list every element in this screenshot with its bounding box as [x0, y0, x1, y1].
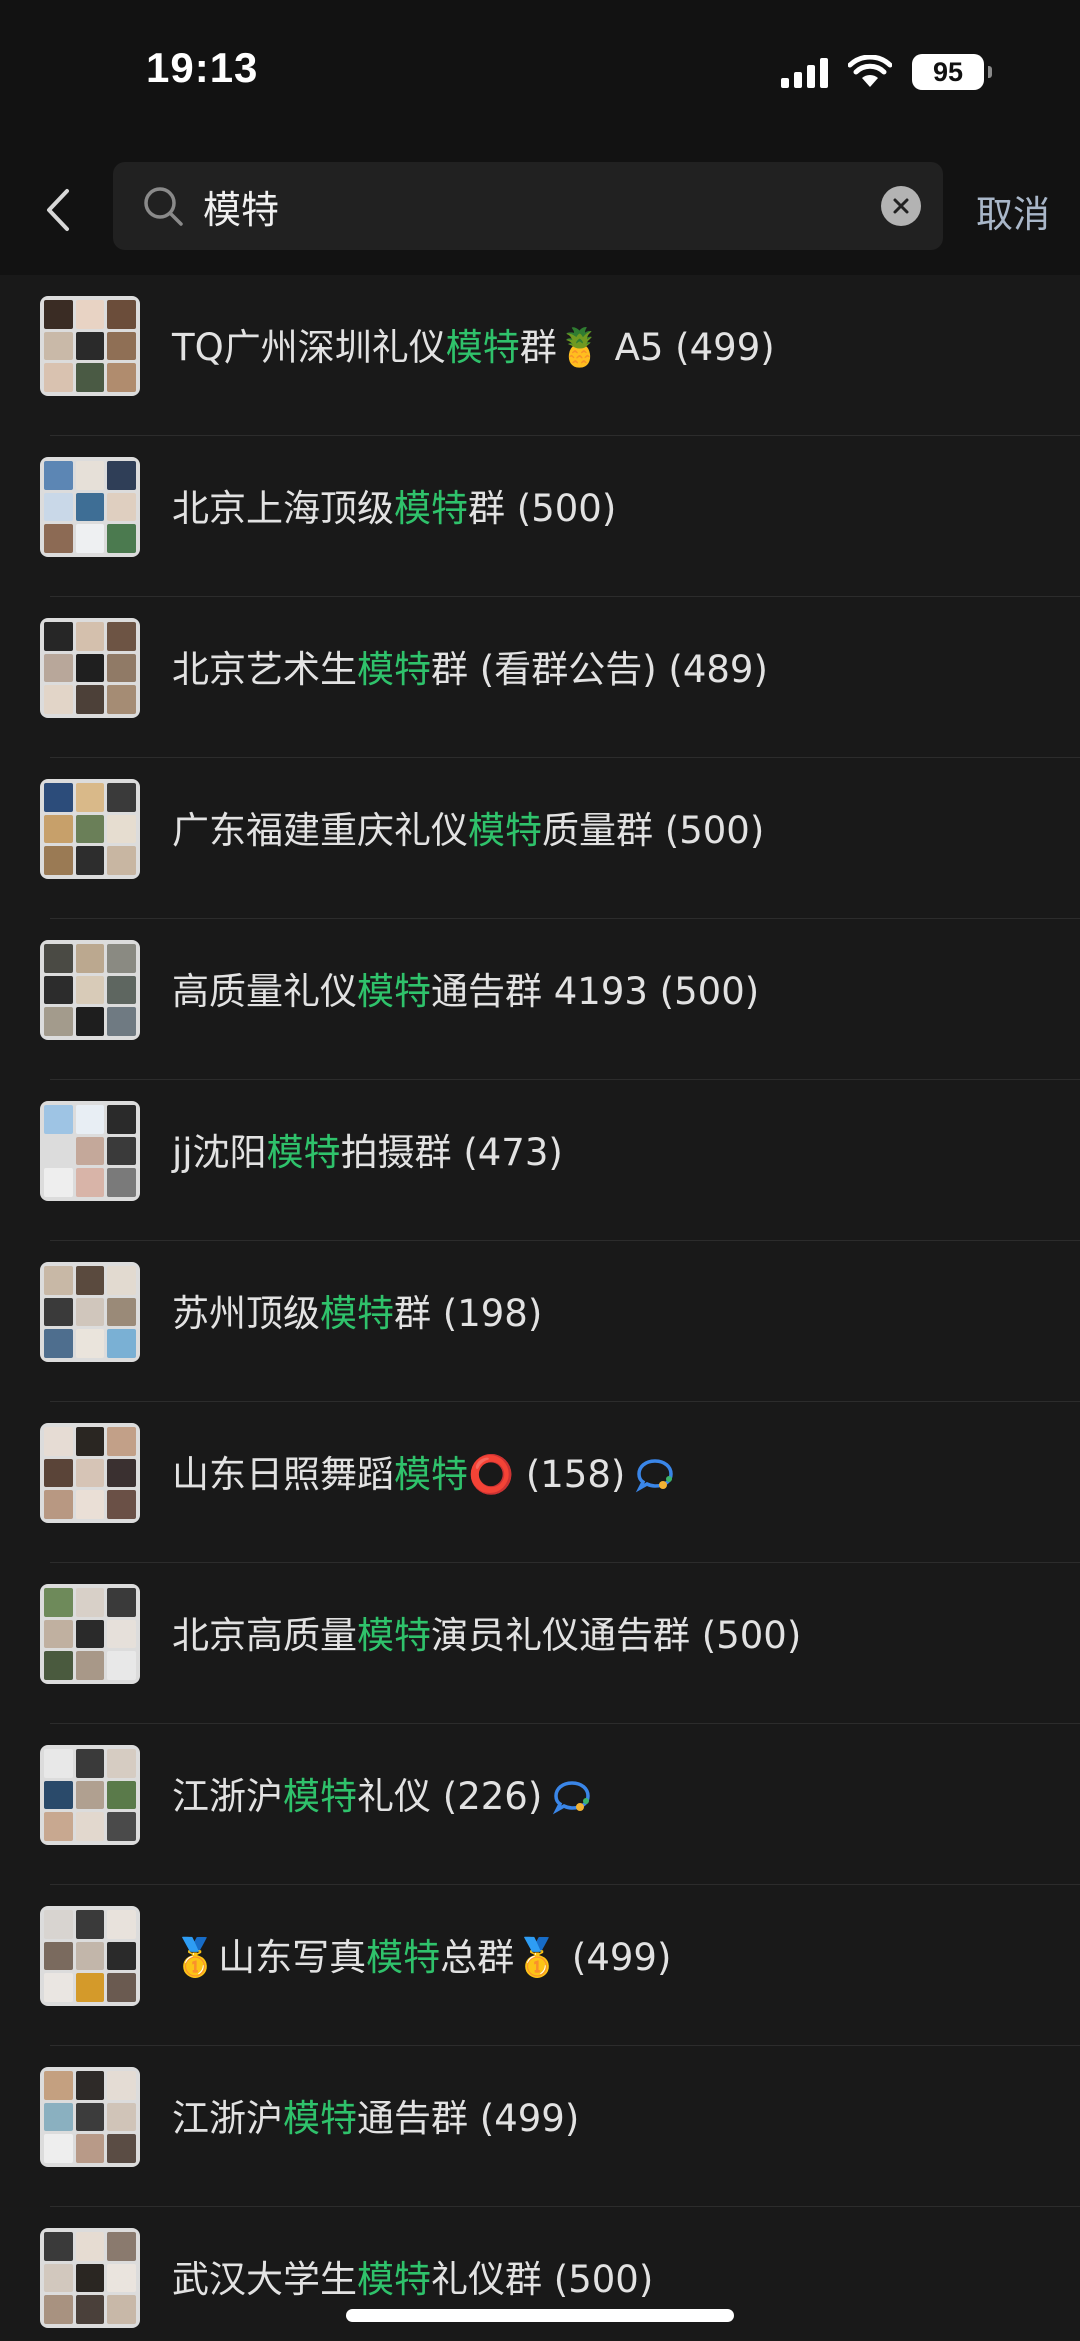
group-name-suffix: 拍摄群 (473) — [340, 1131, 563, 1174]
list-item[interactable]: 北京上海顶级模特群 (500) — [0, 436, 1080, 597]
list-item[interactable]: TQ广州深圳礼仪模特群🍍 A5 (499) — [0, 275, 1080, 436]
list-item[interactable]: 广东福建重庆礼仪模特质量群 (500) — [0, 758, 1080, 919]
group-avatar — [40, 1906, 140, 2006]
group-name: jj沈阳模特拍摄群 (473) — [172, 1126, 563, 1180]
group-avatar — [40, 1584, 140, 1684]
search-keyword-highlight: 模特 — [357, 2258, 431, 2301]
group-name-prefix: jj沈阳 — [172, 1131, 267, 1174]
group-name: 高质量礼仪模特通告群 4193 (500) — [172, 965, 759, 1019]
list-item[interactable]: 苏州顶级模特群 (198) — [0, 1241, 1080, 1402]
search-keyword-highlight: 模特 — [283, 1775, 357, 1818]
group-name-suffix: 群 (198) — [394, 1292, 543, 1335]
group-avatar — [40, 2228, 140, 2328]
group-name-prefix: 北京高质量 — [172, 1614, 357, 1657]
list-item[interactable]: 高质量礼仪模特通告群 4193 (500) — [0, 919, 1080, 1080]
clear-search-button[interactable] — [881, 186, 921, 226]
group-name-prefix: 江浙沪 — [172, 1775, 283, 1818]
group-name-prefix: 山东日照舞蹈 — [172, 1453, 394, 1496]
chat-bubble-icon — [553, 1781, 591, 1815]
group-avatar — [40, 1745, 140, 1845]
list-item[interactable]: 江浙沪模特礼仪 (226) — [0, 1724, 1080, 1885]
group-avatar — [40, 2067, 140, 2167]
search-result-list: TQ广州深圳礼仪模特群🍍 A5 (499) 北京上海顶级模特群 (500) 北京艺术… — [0, 275, 1080, 2341]
group-avatar — [40, 779, 140, 879]
search-box[interactable] — [113, 162, 943, 250]
search-header: 取消 — [0, 150, 1080, 275]
back-button[interactable] — [38, 180, 78, 240]
group-name: 武汉大学生模特礼仪群 (500) — [172, 2253, 653, 2307]
status-bar: 19:13 95 — [0, 0, 1080, 150]
list-item[interactable]: 山东日照舞蹈模特⭕ (158) — [0, 1402, 1080, 1563]
group-name: 北京艺术生模特群 (看群公告) (489) — [172, 643, 768, 697]
group-name-suffix: ⭕ (158) — [468, 1453, 626, 1496]
status-indicators: 95 — [781, 52, 992, 92]
search-keyword-highlight: 模特 — [283, 2097, 357, 2140]
group-name-prefix: 广东福建重庆礼仪 — [172, 809, 468, 852]
search-keyword-highlight: 模特 — [468, 809, 542, 852]
group-name-suffix: 群 (看群公告) (489) — [431, 648, 768, 691]
list-item[interactable]: 北京高质量模特演员礼仪通告群 (500) — [0, 1563, 1080, 1724]
list-item[interactable]: 江浙沪模特通告群 (499) — [0, 2046, 1080, 2207]
search-icon — [144, 187, 183, 226]
wifi-icon — [848, 55, 892, 87]
battery-icon: 95 — [912, 54, 992, 90]
cancel-button[interactable]: 取消 — [976, 184, 1050, 238]
group-name-suffix: 质量群 (500) — [542, 809, 765, 852]
list-item[interactable]: 北京艺术生模特群 (看群公告) (489) — [0, 597, 1080, 758]
group-name: 🥇山东写真模特总群🥇 (499) — [172, 1931, 671, 1985]
list-item[interactable]: 🥇山东写真模特总群🥇 (499) — [0, 1885, 1080, 2046]
chat-bubble-icon — [636, 1459, 674, 1493]
group-name: 山东日照舞蹈模特⭕ (158) — [172, 1448, 675, 1502]
battery-level: 95 — [932, 56, 964, 87]
group-name-suffix: 总群🥇 (499) — [440, 1936, 672, 1979]
group-avatar — [40, 457, 140, 557]
group-name: 江浙沪模特礼仪 (226) — [172, 1770, 592, 1824]
home-indicator[interactable] — [346, 2309, 734, 2322]
group-name: 江浙沪模特通告群 (499) — [172, 2092, 579, 2146]
group-name-suffix: 礼仪 (226) — [357, 1775, 543, 1818]
group-avatar — [40, 1262, 140, 1362]
group-name: 苏州顶级模特群 (198) — [172, 1287, 542, 1341]
group-name-prefix: TQ广州深圳礼仪 — [172, 326, 446, 369]
search-keyword-highlight: 模特 — [320, 1292, 394, 1335]
group-name: 广东福建重庆礼仪模特质量群 (500) — [172, 804, 764, 858]
group-avatar — [40, 618, 140, 718]
group-name: 北京高质量模特演员礼仪通告群 (500) — [172, 1609, 801, 1663]
chevron-left-icon — [47, 189, 69, 231]
group-avatar — [40, 1101, 140, 1201]
search-keyword-highlight: 模特 — [366, 1936, 441, 1979]
group-name-suffix: 礼仪群 (500) — [431, 2258, 654, 2301]
group-name: 北京上海顶级模特群 (500) — [172, 482, 616, 536]
group-name-prefix: 北京上海顶级 — [172, 487, 394, 530]
group-avatar — [40, 940, 140, 1040]
group-name-suffix: 演员礼仪通告群 (500) — [431, 1614, 802, 1657]
list-item[interactable]: jj沈阳模特拍摄群 (473) — [0, 1080, 1080, 1241]
status-time: 19:13 — [146, 44, 259, 91]
group-name-prefix: 江浙沪 — [172, 2097, 283, 2140]
group-name-prefix: 🥇山东写真 — [172, 1936, 367, 1979]
search-keyword-highlight: 模特 — [445, 326, 520, 369]
group-name-suffix: 群 (500) — [468, 487, 617, 530]
search-keyword-highlight: 模特 — [394, 487, 468, 530]
group-name: TQ广州深圳礼仪模特群🍍 A5 (499) — [172, 321, 775, 375]
search-keyword-highlight: 模特 — [394, 1453, 468, 1496]
group-name-prefix: 北京艺术生 — [172, 648, 357, 691]
group-name-prefix: 苏州顶级 — [172, 1292, 320, 1335]
search-keyword-highlight: 模特 — [357, 648, 431, 691]
search-keyword-highlight: 模特 — [357, 970, 431, 1013]
search-keyword-highlight: 模特 — [266, 1131, 341, 1174]
group-name-prefix: 武汉大学生 — [172, 2258, 357, 2301]
group-name-suffix: 通告群 (499) — [357, 2097, 580, 2140]
close-icon — [893, 198, 909, 214]
search-keyword-highlight: 模特 — [357, 1614, 431, 1657]
signal-icon — [781, 56, 828, 88]
group-avatar — [40, 1423, 140, 1523]
group-name-suffix: 群🍍 A5 (499) — [519, 326, 775, 369]
group-name-prefix: 高质量礼仪 — [172, 970, 357, 1013]
search-input[interactable] — [203, 178, 843, 234]
group-avatar — [40, 296, 140, 396]
group-name-suffix: 通告群 4193 (500) — [431, 970, 760, 1013]
